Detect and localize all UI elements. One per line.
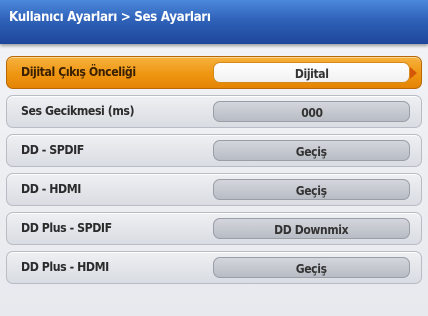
breadcrumb: Kullanıcı Ayarları > Ses Ayarları (9, 10, 211, 25)
settings-list: Dijital Çıkış Önceliği Dijital Ses Gecik… (6, 56, 422, 290)
audio-settings-screen: Kullanıcı Ayarları > Ses Ayarları Dijita… (0, 0, 428, 316)
setting-label: DD - SPDIF (21, 142, 84, 157)
setting-label: DD Plus - HDMI (21, 259, 109, 274)
setting-label: Dijital Çıkış Önceliği (21, 64, 136, 79)
setting-row-audio-delay[interactable]: Ses Gecikmesi (ms) 000 (6, 95, 422, 128)
right-arrow-icon[interactable] (410, 67, 417, 79)
setting-value-selector[interactable]: Geçiş (213, 140, 410, 161)
title-bar: Kullanıcı Ayarları > Ses Ayarları (0, 0, 428, 44)
setting-row-dd-hdmi[interactable]: DD - HDMI Geçiş (6, 173, 422, 206)
setting-row-digital-output-priority[interactable]: Dijital Çıkış Önceliği Dijital (6, 56, 422, 89)
setting-value-selector[interactable]: Dijital (213, 62, 410, 83)
setting-value-selector[interactable]: Geçiş (213, 179, 410, 200)
setting-value: 000 (300, 106, 323, 120)
setting-value-selector[interactable]: 000 (213, 101, 410, 122)
setting-value: Geçiş (296, 145, 327, 159)
setting-value-selector[interactable]: Geçiş (213, 257, 410, 278)
setting-label: Ses Gecikmesi (ms) (21, 103, 135, 118)
setting-value: Geçiş (296, 262, 327, 276)
setting-label: DD - HDMI (21, 181, 81, 196)
setting-row-dd-plus-hdmi[interactable]: DD Plus - HDMI Geçiş (6, 251, 422, 284)
setting-value: DD Downmix (274, 223, 349, 237)
setting-row-dd-spdif[interactable]: DD - SPDIF Geçiş (6, 134, 422, 167)
setting-value-selector[interactable]: DD Downmix (213, 218, 410, 239)
setting-value: Geçiş (296, 184, 327, 198)
setting-value: Dijital (294, 67, 329, 81)
setting-row-dd-plus-spdif[interactable]: DD Plus - SPDIF DD Downmix (6, 212, 422, 245)
setting-label: DD Plus - SPDIF (21, 220, 112, 235)
